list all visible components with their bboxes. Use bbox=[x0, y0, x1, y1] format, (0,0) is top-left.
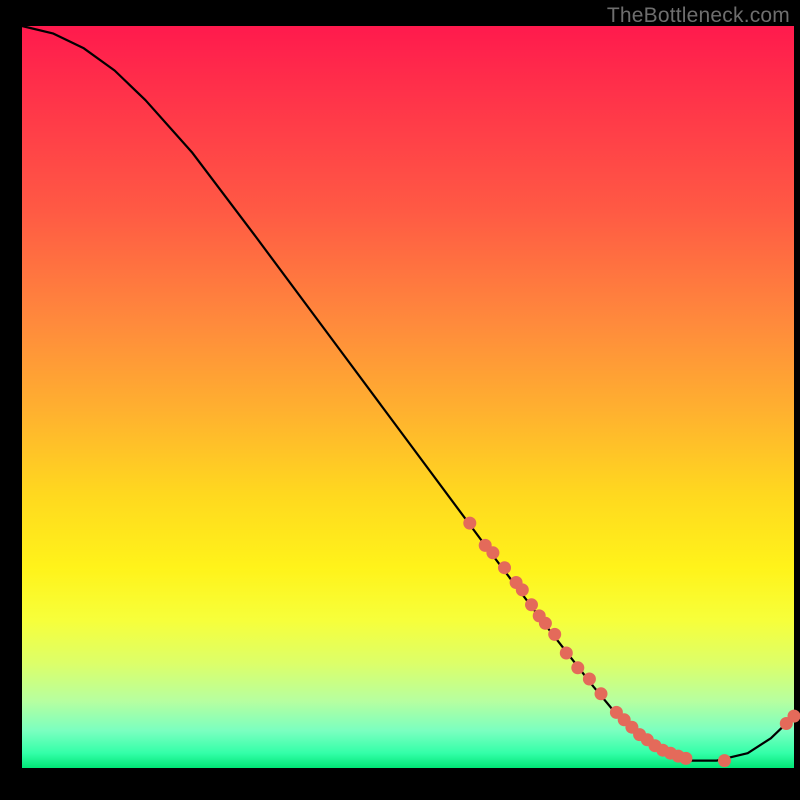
data-marker bbox=[560, 647, 573, 660]
plot-background: TheBottleneck.com bbox=[0, 0, 800, 800]
bottleneck-curve bbox=[22, 26, 794, 761]
attribution-label: TheBottleneck.com bbox=[607, 4, 790, 28]
data-marker bbox=[463, 517, 476, 530]
data-marker bbox=[539, 617, 552, 630]
data-marker bbox=[679, 752, 692, 765]
chart-root: TheBottleneck.com bbox=[0, 0, 800, 800]
plot-overlay bbox=[22, 26, 794, 768]
data-marker bbox=[583, 673, 596, 686]
data-marker bbox=[595, 687, 608, 700]
data-marker bbox=[516, 583, 529, 596]
data-marker bbox=[525, 598, 538, 611]
data-marker bbox=[718, 754, 731, 767]
data-markers bbox=[463, 517, 800, 768]
data-marker bbox=[498, 561, 511, 574]
data-marker bbox=[788, 710, 800, 723]
data-marker bbox=[548, 628, 561, 641]
data-marker bbox=[571, 661, 584, 674]
data-marker bbox=[486, 546, 499, 559]
